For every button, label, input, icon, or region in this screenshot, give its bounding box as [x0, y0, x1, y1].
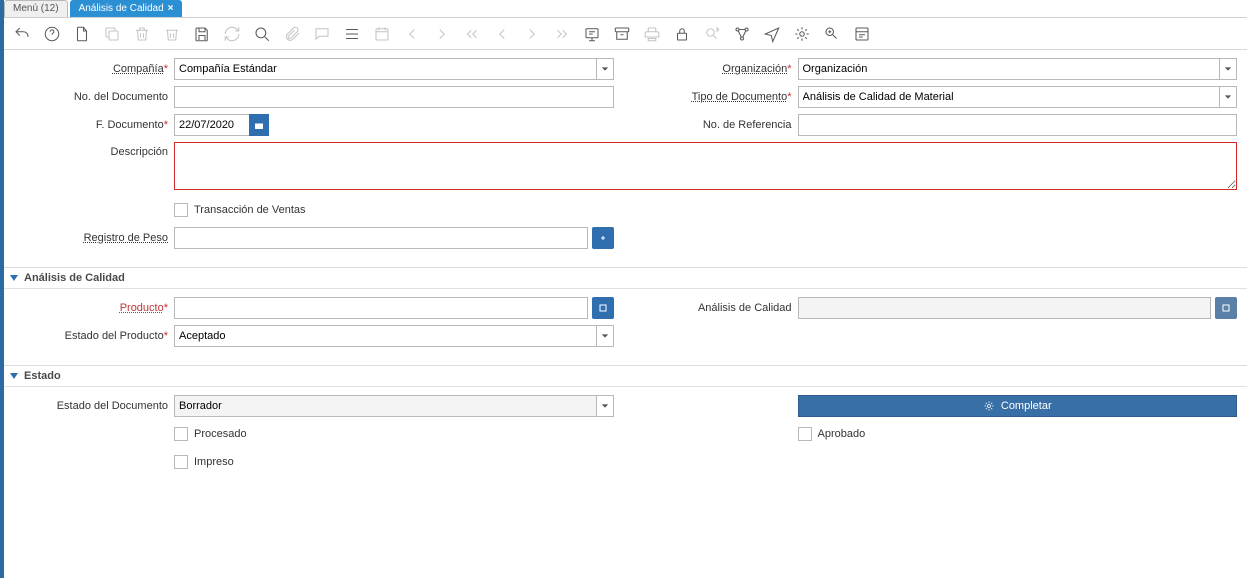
posting-icon[interactable] [852, 24, 872, 44]
product-lookup-button[interactable] [592, 297, 614, 319]
label-processed: Procesado [194, 428, 247, 440]
label-product[interactable]: Producto [120, 302, 164, 314]
doc-date-input[interactable] [174, 114, 249, 136]
tab-analisis-label: Análisis de Calidad [79, 2, 164, 16]
prod-status-dropdown-button[interactable] [596, 325, 614, 347]
section-title-estado: Estado [24, 370, 61, 382]
grid-toggle-icon[interactable] [342, 24, 362, 44]
process-icon[interactable] [792, 24, 812, 44]
analysis-lookup-button[interactable] [1215, 297, 1237, 319]
send-icon[interactable] [762, 24, 782, 44]
undo-icon[interactable] [12, 24, 32, 44]
calendar-icon[interactable] [249, 114, 269, 136]
label-doc-date: F. Documento [96, 119, 164, 131]
doc-type-input[interactable] [798, 86, 1220, 108]
app-tabs: Menú (12) Análisis de Calidad × [4, 0, 1247, 18]
first-icon [462, 24, 482, 44]
tab-menu[interactable]: Menú (12) [4, 0, 68, 17]
refresh-icon [222, 24, 242, 44]
section-title-analisis: Análisis de Calidad [24, 272, 125, 284]
label-org[interactable]: Organización [722, 63, 787, 75]
label-doc-status: Estado del Documento [14, 400, 174, 412]
panel-main: Compañía* No. del Documento F. Documento… [4, 50, 1247, 268]
gear-icon [983, 400, 995, 412]
ref-no-input[interactable] [798, 114, 1238, 136]
section-header-analisis: Análisis de Calidad [4, 268, 1247, 289]
toolbar [4, 18, 1247, 50]
last-icon [552, 24, 572, 44]
panel-estado: Estado del Documento Procesado [4, 387, 1247, 491]
company-input[interactable] [174, 58, 596, 80]
org-dropdown-button[interactable] [1219, 58, 1237, 80]
copy-icon [102, 24, 122, 44]
label-analysis: Análisis de Calidad [638, 302, 798, 314]
tab-menu-label: Menú (12) [13, 2, 59, 16]
product-info-icon[interactable] [822, 24, 842, 44]
workflow-icon[interactable] [732, 24, 752, 44]
label-doc-no: No. del Documento [14, 91, 174, 103]
help-icon[interactable] [42, 24, 62, 44]
save-icon[interactable] [192, 24, 212, 44]
company-dropdown-button[interactable] [596, 58, 614, 80]
product-input[interactable] [174, 297, 588, 319]
close-icon[interactable]: × [168, 2, 174, 16]
delete-detail-icon [162, 24, 182, 44]
disclosure-icon[interactable] [10, 373, 18, 379]
delete-icon [132, 24, 152, 44]
doc-no-input[interactable] [174, 86, 614, 108]
history-icon [372, 24, 392, 44]
doc-status-input [174, 395, 596, 417]
analysis-input [798, 297, 1212, 319]
approved-checkbox[interactable] [798, 427, 812, 441]
doc-type-dropdown-button[interactable] [1219, 86, 1237, 108]
print-icon [642, 24, 662, 44]
archive-icon[interactable] [612, 24, 632, 44]
label-sales-tx: Transacción de Ventas [194, 204, 306, 216]
new-icon[interactable] [72, 24, 92, 44]
label-prod-status: Estado del Producto [65, 330, 164, 342]
weight-input[interactable] [174, 227, 588, 249]
printed-checkbox[interactable] [174, 455, 188, 469]
complete-button[interactable]: Completar [798, 395, 1238, 417]
complete-button-label: Completar [1001, 400, 1052, 412]
zoom-across-icon [702, 24, 722, 44]
detail-icon [432, 24, 452, 44]
next-icon [522, 24, 542, 44]
lock-icon[interactable] [672, 24, 692, 44]
label-description: Descripción [14, 142, 174, 158]
label-doc-type[interactable]: Tipo de Documento [692, 91, 788, 103]
description-textarea[interactable] [174, 142, 1237, 190]
prev-icon [492, 24, 512, 44]
disclosure-icon[interactable] [10, 275, 18, 281]
org-input[interactable] [798, 58, 1220, 80]
label-company[interactable]: Compañía [113, 63, 164, 75]
report-icon[interactable] [582, 24, 602, 44]
prod-status-input[interactable] [174, 325, 596, 347]
panel-analisis: Producto* Estado del Producto* [4, 289, 1247, 366]
doc-status-dropdown-button[interactable] [596, 395, 614, 417]
section-header-estado: Estado [4, 366, 1247, 387]
label-approved: Aprobado [818, 428, 866, 440]
label-printed: Impreso [194, 456, 234, 468]
weight-lookup-button[interactable] [592, 227, 614, 249]
label-weight[interactable]: Registro de Peso [84, 232, 168, 244]
search-icon[interactable] [252, 24, 272, 44]
attach-icon [282, 24, 302, 44]
chat-icon [312, 24, 332, 44]
label-ref-no: No. de Referencia [638, 119, 798, 131]
tab-analisis[interactable]: Análisis de Calidad × [70, 0, 183, 17]
parent-icon [402, 24, 422, 44]
sales-tx-checkbox[interactable] [174, 203, 188, 217]
processed-checkbox[interactable] [174, 427, 188, 441]
